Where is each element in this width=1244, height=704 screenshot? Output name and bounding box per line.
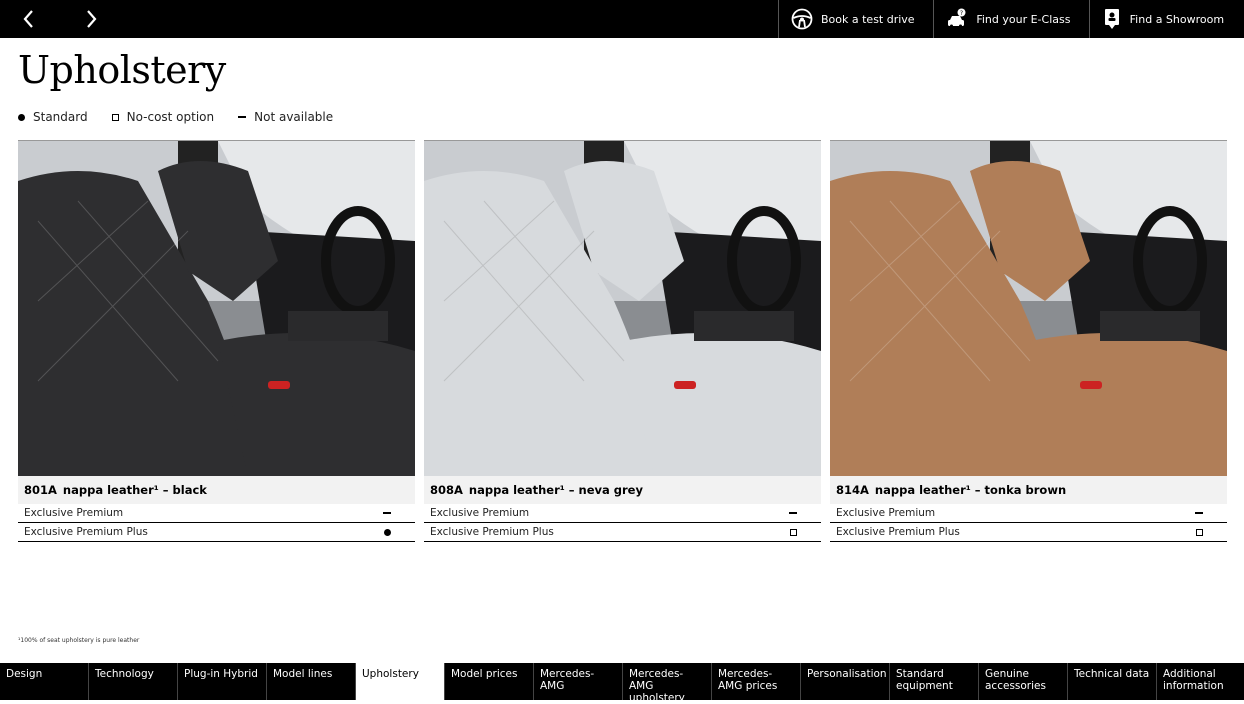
svg-text:?: ?	[960, 10, 963, 17]
availability-symbol-icon	[383, 512, 391, 514]
availability-symbol-icon	[790, 528, 797, 536]
page-navigation	[0, 0, 778, 38]
seat-interior-image	[424, 141, 821, 476]
availability-row: Exclusive Premium	[424, 504, 821, 523]
upholstery-code: 814A	[836, 483, 869, 497]
chevron-left-icon	[23, 10, 33, 28]
upholstery-card-title: 808A nappa leather¹ – neva grey	[424, 476, 821, 504]
page-title: Upholstery	[18, 48, 226, 92]
find-your-e-class-label: Find your E-Class	[976, 12, 1071, 26]
bottom-nav-model-prices[interactable]: Model prices	[445, 663, 534, 700]
upholstery-photo	[18, 140, 415, 476]
book-test-drive-button[interactable]: Book a test drive	[778, 0, 933, 38]
car-search-icon: ?	[948, 8, 966, 28]
upholstery-name: nappa leather¹ – neva grey	[468, 483, 643, 497]
legend-no-cost-label: No-cost option	[126, 110, 215, 124]
bottom-nav-plug-in-hybrid[interactable]: Plug-in Hybrid	[178, 663, 267, 700]
upholstery-cards: 801A nappa leather¹ – black Exclusive Pr…	[18, 140, 1227, 542]
upholstery-name: nappa leather¹ – black	[62, 483, 207, 497]
availability-row: Exclusive Premium Plus	[18, 523, 415, 542]
no-cost-box-icon	[111, 113, 119, 121]
legend: Standard No-cost option Not available	[18, 110, 357, 124]
bottom-nav-genuine-accessories[interactable]: Genuine accessories	[979, 663, 1068, 700]
top-bar: Book a test drive ? Find your E-Class Fi…	[0, 0, 1244, 38]
upholstery-card: 801A nappa leather¹ – black Exclusive Pr…	[18, 140, 415, 542]
find-showroom-button[interactable]: Find a Showroom	[1088, 0, 1244, 38]
seat-interior-image	[830, 141, 1227, 476]
bottom-nav-mercedes-amg-prices[interactable]: Mercedes-AMG prices	[712, 663, 801, 700]
seat-interior-image	[18, 141, 415, 476]
upholstery-code: 808A	[430, 483, 463, 497]
upholstery-card: 814A nappa leather¹ – tonka brown Exclus…	[830, 140, 1227, 542]
bottom-nav-personalisation[interactable]: Personalisation	[801, 663, 890, 700]
upholstery-card: 808A nappa leather¹ – neva grey Exclusiv…	[424, 140, 821, 542]
model-line-label: Exclusive Premium	[836, 507, 936, 519]
steering-wheel-icon	[791, 8, 813, 30]
upholstery-name: nappa leather¹ – tonka brown	[874, 483, 1067, 497]
find-your-e-class-button[interactable]: ? Find your E-Class	[933, 0, 1088, 38]
legend-standard: Standard	[18, 110, 88, 124]
model-line-label: Exclusive Premium	[430, 507, 530, 519]
model-line-label: Exclusive Premium Plus	[836, 526, 960, 538]
previous-page-button[interactable]	[0, 0, 58, 38]
availability-symbol-icon	[1195, 512, 1203, 514]
availability-row: Exclusive Premium	[18, 504, 415, 523]
upholstery-photo	[424, 140, 821, 476]
legend-standard-label: Standard	[33, 110, 88, 124]
upholstery-card-title: 814A nappa leather¹ – tonka brown	[830, 476, 1227, 504]
bottom-nav-mercedes-amg[interactable]: Mercedes-AMG	[534, 663, 623, 700]
model-line-label: Exclusive Premium	[24, 507, 124, 519]
bottom-nav-upholstery[interactable]: Upholstery	[356, 663, 445, 700]
availability-symbol-icon	[384, 528, 391, 536]
bottom-nav-technical-data[interactable]: Technical data	[1068, 663, 1157, 700]
availability-symbol-icon	[789, 512, 797, 514]
next-page-button[interactable]	[62, 0, 120, 38]
standard-dot-icon	[18, 113, 25, 121]
bottom-nav-design[interactable]: Design	[0, 663, 89, 700]
not-available-dash-icon	[238, 116, 247, 118]
bottom-nav-standard-equipment[interactable]: Standard equipment	[890, 663, 979, 700]
availability-symbol-icon	[1196, 528, 1203, 536]
model-line-label: Exclusive Premium Plus	[24, 526, 148, 538]
availability-row: Exclusive Premium Plus	[830, 523, 1227, 542]
chevron-right-icon	[87, 10, 97, 28]
availability-row: Exclusive Premium Plus	[424, 523, 821, 542]
upholstery-photo	[830, 140, 1227, 476]
legend-not-available-label: Not available	[254, 110, 334, 124]
legend-no-cost-option: No-cost option	[111, 110, 215, 124]
legend-not-available: Not available	[238, 110, 333, 124]
map-pin-icon	[1104, 9, 1119, 29]
bottom-nav-model-lines[interactable]: Model lines	[267, 663, 356, 700]
upholstery-code: 801A	[24, 483, 57, 497]
bottom-nav-additional-information[interactable]: Additional information	[1157, 663, 1244, 700]
availability-row: Exclusive Premium	[830, 504, 1227, 523]
upholstery-card-title: 801A nappa leather¹ – black	[18, 476, 415, 504]
bottom-nav-technology[interactable]: Technology	[89, 663, 178, 700]
bottom-nav-mercedes-amg-upholstery[interactable]: Mercedes-AMG upholstery	[623, 663, 712, 704]
bottom-navigation: Design Technology Plug-in Hybrid Model l…	[0, 663, 1244, 704]
book-test-drive-label: Book a test drive	[821, 12, 915, 26]
footnote: ¹100% of seat upholstery is pure leather	[18, 637, 140, 644]
find-showroom-label: Find a Showroom	[1129, 12, 1225, 26]
model-line-label: Exclusive Premium Plus	[430, 526, 554, 538]
